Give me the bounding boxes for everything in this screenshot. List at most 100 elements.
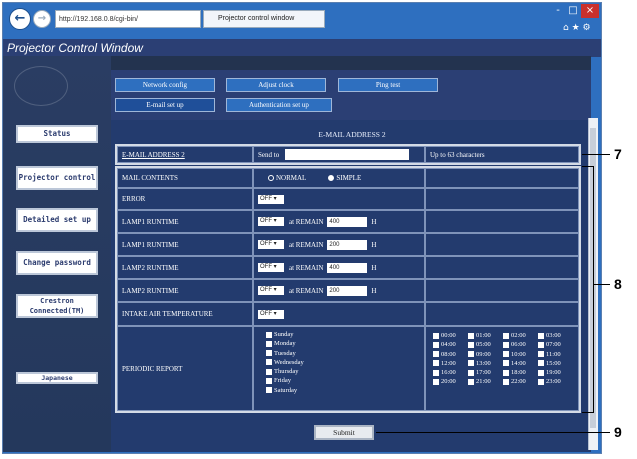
hour-item[interactable]: 23:00: [538, 377, 573, 386]
tab-email-setup[interactable]: E-mail set up: [115, 98, 215, 112]
send-to-cell: Send to: [253, 146, 425, 163]
hour-item[interactable]: 18:00: [503, 368, 538, 377]
tab-network-config[interactable]: Network config: [115, 78, 215, 92]
app-title: Projector Control Window: [3, 39, 601, 57]
arrow-left-icon[interactable]: ←: [9, 8, 31, 30]
send-to-input[interactable]: [285, 149, 410, 160]
address-bar[interactable]: http://192.168.0.8/cgi-bin/: [55, 10, 201, 28]
day-item[interactable]: Wednesday: [266, 358, 304, 367]
lamp1-remain-input-2[interactable]: 200: [327, 239, 368, 250]
empty-cell: [425, 188, 579, 210]
days-list: Sunday Monday Tuesday Wednesday Thursday…: [266, 330, 304, 395]
tab-ping-test[interactable]: Ping test: [338, 78, 438, 92]
hour-item[interactable]: 03:00: [538, 331, 573, 340]
hour-item[interactable]: 21:00: [468, 377, 503, 386]
day-checkbox[interactable]: [266, 331, 272, 338]
hour-item[interactable]: 04:00: [433, 340, 468, 349]
callout-8: 8: [614, 276, 622, 292]
email-address-label: E-MAIL ADDRESS 2: [117, 146, 253, 163]
section-title: E-MAIL ADDRESS 2: [318, 130, 386, 139]
tab-adjust-clock[interactable]: Adjust clock: [226, 78, 326, 92]
hour-item[interactable]: 16:00: [433, 368, 468, 377]
lamp2-remain-input-2[interactable]: 200: [327, 285, 368, 296]
day-item[interactable]: Monday: [266, 339, 304, 348]
hour-item[interactable]: 19:00: [538, 368, 573, 377]
arrow-right-icon[interactable]: →: [33, 10, 51, 28]
language-button[interactable]: Japanese: [16, 372, 98, 384]
hour-item[interactable]: 02:00: [503, 331, 538, 340]
mail-contents-label: MAIL CONTENTS: [117, 168, 253, 188]
lamp1-select-2[interactable]: OFF ▾: [258, 240, 284, 249]
hour-item[interactable]: 00:00: [433, 331, 468, 340]
hour-item[interactable]: 08:00: [433, 350, 468, 359]
hours-row: 16:00 17:00 18:00 19:00: [433, 368, 583, 377]
remain-label: at REMAIN: [289, 263, 324, 272]
day-checkbox[interactable]: [266, 340, 272, 347]
lamp1-runtime-control-2: OFF ▾ at REMAIN 200 H: [253, 233, 425, 256]
day-checkbox[interactable]: [266, 368, 272, 375]
hours-row: 00:00 01:00 02:00 03:00: [433, 331, 583, 340]
browser-titlebar: ← → http://192.168.0.8/cgi-bin/ Projecto…: [3, 3, 601, 39]
sidebar-item-projector-control[interactable]: Projector control: [16, 166, 98, 190]
unit-label: H: [371, 263, 377, 272]
periodic-report-label: PERIODIC REPORT: [117, 326, 253, 411]
remain-label: at REMAIN: [289, 286, 324, 295]
lamp2-select-1[interactable]: OFF ▾: [258, 263, 284, 272]
minimize-icon[interactable]: -: [551, 4, 565, 18]
empty-cell: [425, 233, 579, 256]
sidebar-item-change-password[interactable]: Change password: [16, 251, 98, 275]
error-label: ERROR: [117, 188, 253, 210]
sidebar-item-crestron[interactable]: Crestron Connected(TM): [16, 294, 98, 318]
hour-item[interactable]: 10:00: [503, 350, 538, 359]
error-control: OFF ▾ ▾: [253, 188, 425, 210]
day-checkbox[interactable]: [266, 359, 272, 366]
submit-button[interactable]: Submit: [314, 425, 374, 440]
close-icon[interactable]: ×: [581, 4, 599, 18]
day-checkbox[interactable]: [266, 350, 272, 357]
hour-item[interactable]: 22:00: [503, 377, 538, 386]
lamp2-select-2[interactable]: OFF ▾: [258, 286, 284, 295]
unit-label: H: [371, 286, 377, 295]
hour-item[interactable]: 14:00: [503, 359, 538, 368]
hour-item[interactable]: 11:00: [538, 350, 573, 359]
radio-normal[interactable]: [268, 175, 274, 181]
day-item[interactable]: Friday: [266, 376, 304, 385]
browser-tab[interactable]: Projector control window: [203, 10, 325, 28]
remain-label: at REMAIN: [289, 240, 324, 249]
hour-item[interactable]: 17:00: [468, 368, 503, 377]
hour-item[interactable]: 13:00: [468, 359, 503, 368]
hour-item[interactable]: 12:00: [433, 359, 468, 368]
hours-grid: 00:00 01:00 02:00 03:00 04:00 05:00 06:00 07:0…: [433, 331, 583, 387]
error-select[interactable]: OFF ▾: [258, 194, 284, 204]
hour-item[interactable]: 09:00: [468, 350, 503, 359]
maximize-icon[interactable]: □: [566, 4, 580, 18]
hour-item[interactable]: 06:00: [503, 340, 538, 349]
remain-label: at REMAIN: [289, 217, 324, 226]
hour-item[interactable]: 01:00: [468, 331, 503, 340]
sidebar-item-status[interactable]: Status: [16, 125, 98, 143]
lamp2-runtime-label-2: LAMP2 RUNTIME: [117, 279, 253, 302]
day-checkbox[interactable]: [266, 387, 272, 394]
hour-item[interactable]: 05:00: [468, 340, 503, 349]
home-star-gear-icons[interactable]: ⌂ ★ ⚙: [563, 23, 591, 33]
day-item[interactable]: Tuesday: [266, 349, 304, 358]
tab-authentication-setup[interactable]: Authentication set up: [226, 98, 332, 112]
radio-normal-label: NORMAL: [276, 174, 307, 182]
lamp1-runtime-label-2: LAMP1 RUNTIME: [117, 233, 253, 256]
day-label: Saturday: [274, 386, 298, 394]
day-checkbox[interactable]: [266, 378, 272, 384]
lamp2-remain-input-1[interactable]: 400: [327, 262, 368, 273]
day-item[interactable]: Saturday: [266, 386, 304, 395]
radio-simple[interactable]: [328, 175, 335, 181]
day-label: Friday: [274, 377, 291, 385]
hour-item[interactable]: 20:00: [433, 377, 468, 386]
day-item[interactable]: Sunday: [266, 330, 304, 339]
lamp1-select-1[interactable]: OFF ▾: [258, 217, 284, 226]
hours-row: 20:00 21:00 22:00 23:00: [433, 377, 583, 386]
sidebar-item-detailed-setup[interactable]: Detailed set up: [16, 208, 98, 232]
intake-air-temp-select[interactable]: OFF ▾: [258, 309, 284, 319]
hour-item[interactable]: 07:00: [538, 340, 573, 349]
lamp1-remain-input-1[interactable]: 400: [327, 216, 368, 227]
hour-item[interactable]: 15:00: [538, 359, 573, 368]
day-item[interactable]: Thursday: [266, 367, 304, 376]
